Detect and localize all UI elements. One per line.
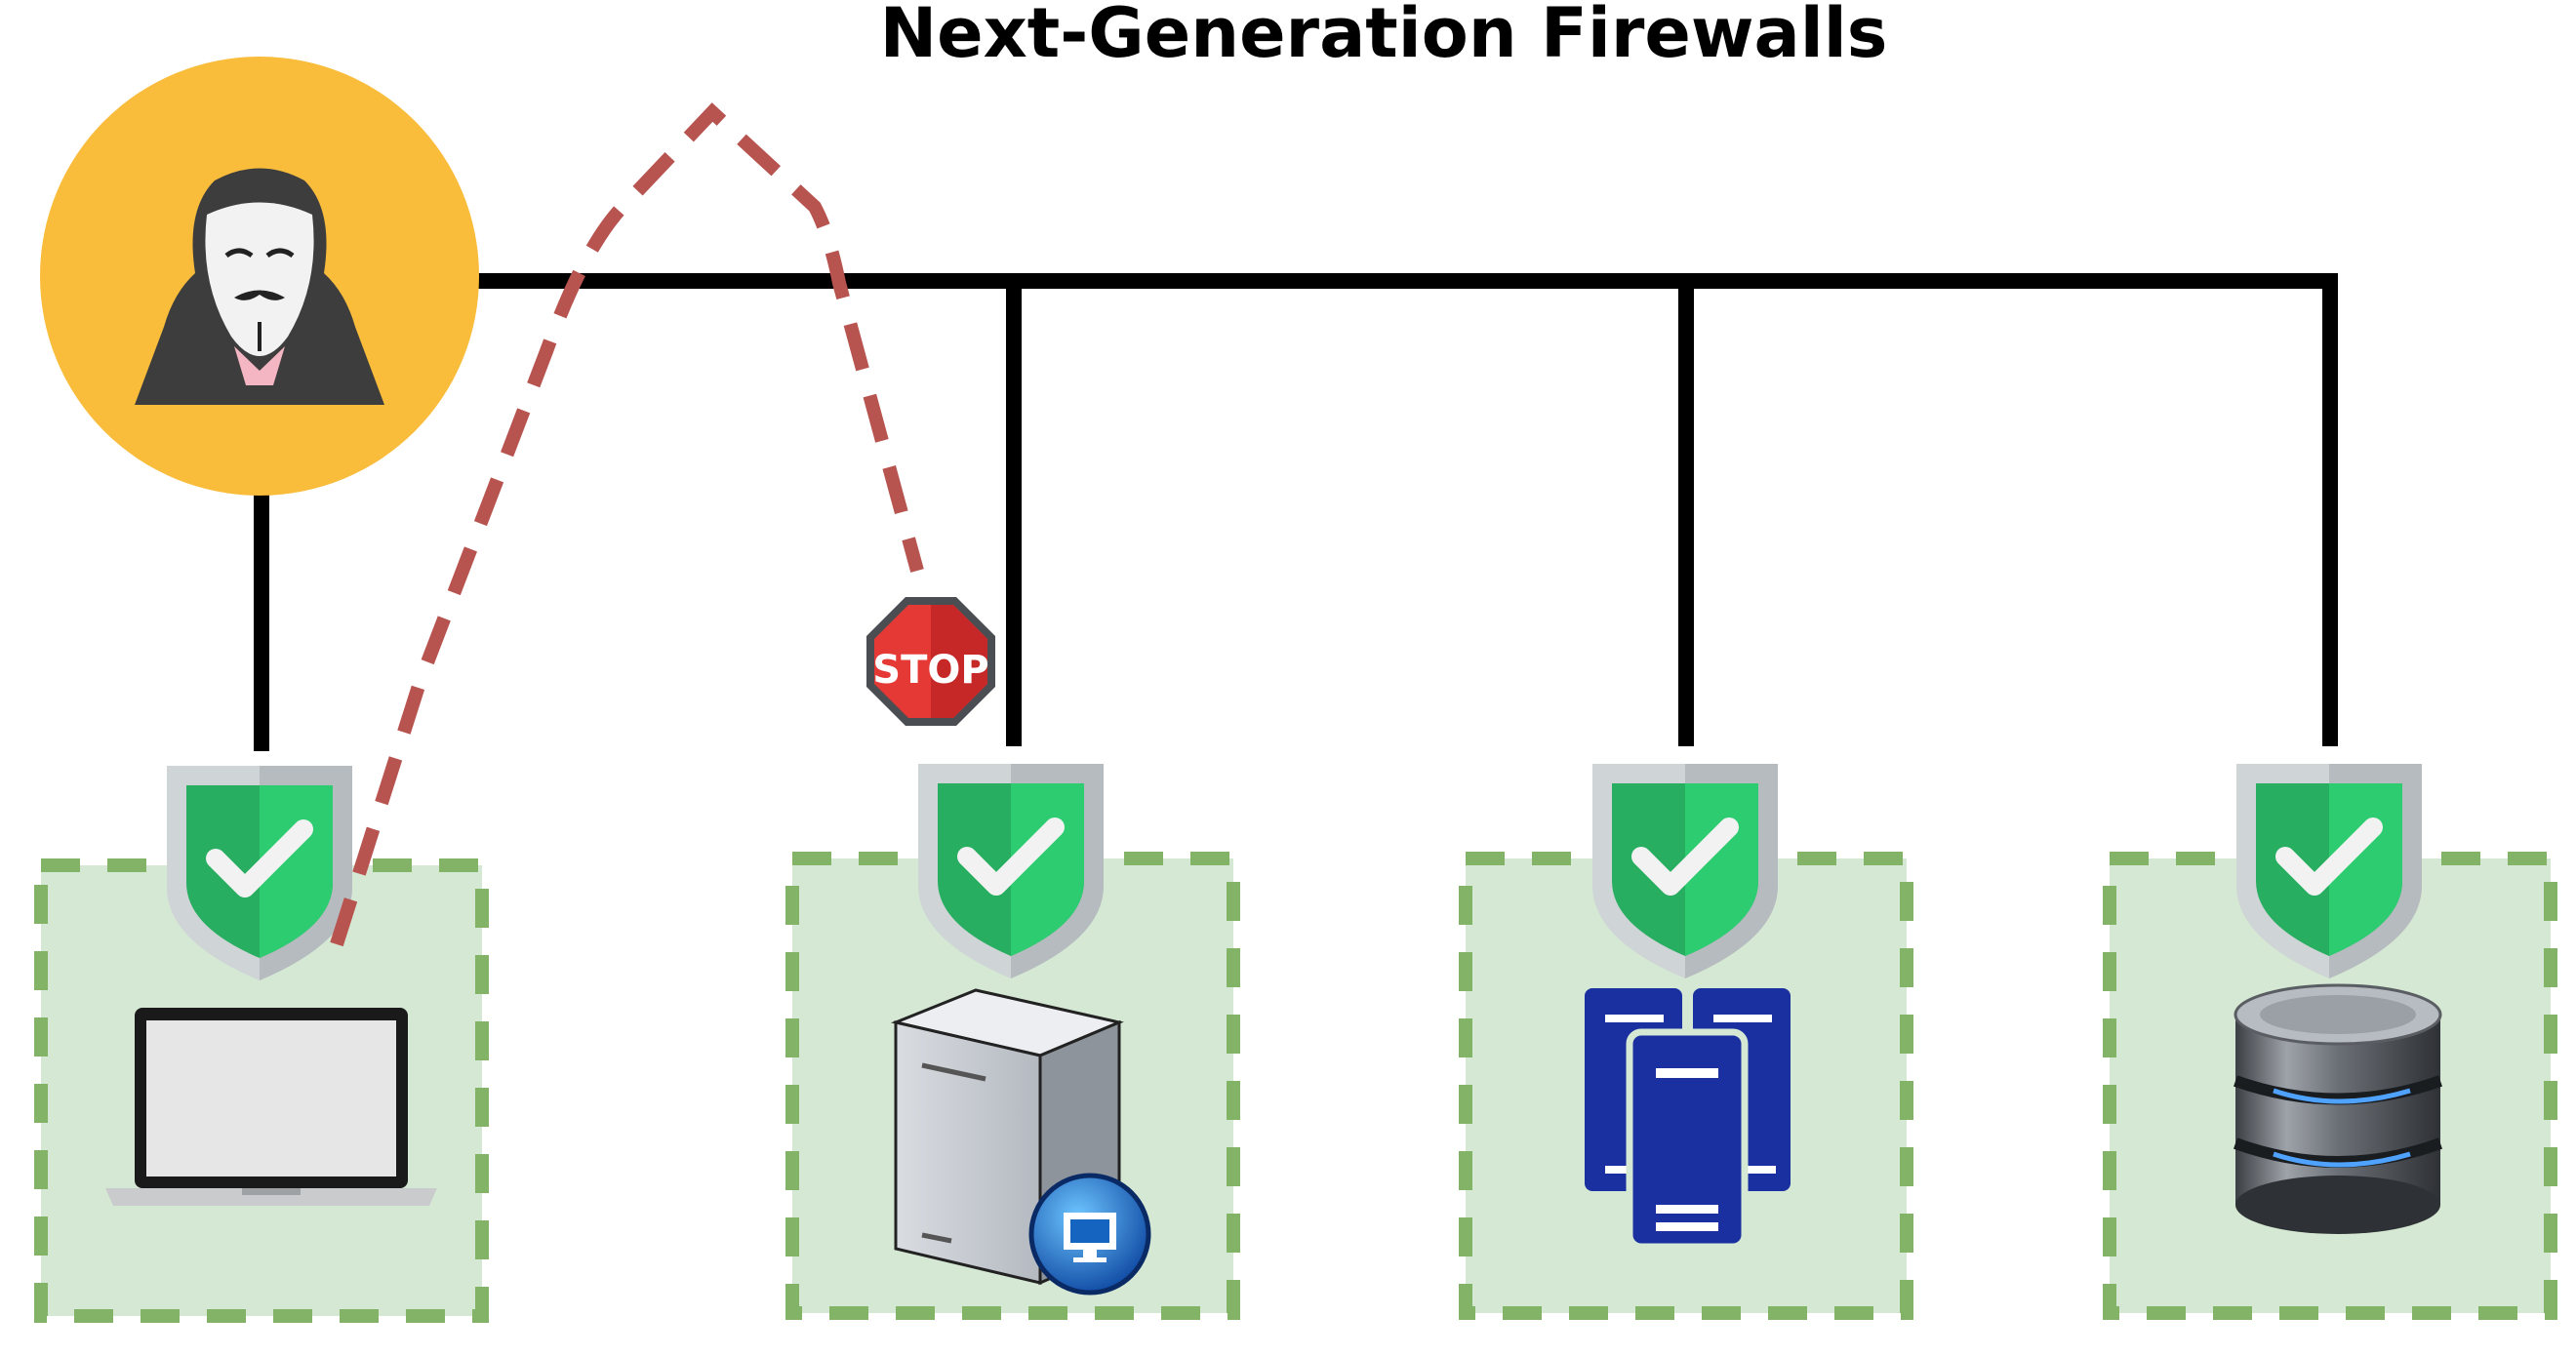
server-tower-icon: [891, 988, 1151, 1296]
database-icon: [2233, 983, 2443, 1234]
network-diagram: Next-Generation Firewalls STOP: [34, 0, 2557, 1323]
network-lines: [254, 273, 2338, 751]
hacker-mask-icon: [40, 57, 479, 496]
stop-sign-label: STOP: [872, 648, 988, 693]
laptop-icon: [105, 1008, 437, 1206]
diagram-title: Next-Generation Firewalls: [880, 0, 1888, 73]
